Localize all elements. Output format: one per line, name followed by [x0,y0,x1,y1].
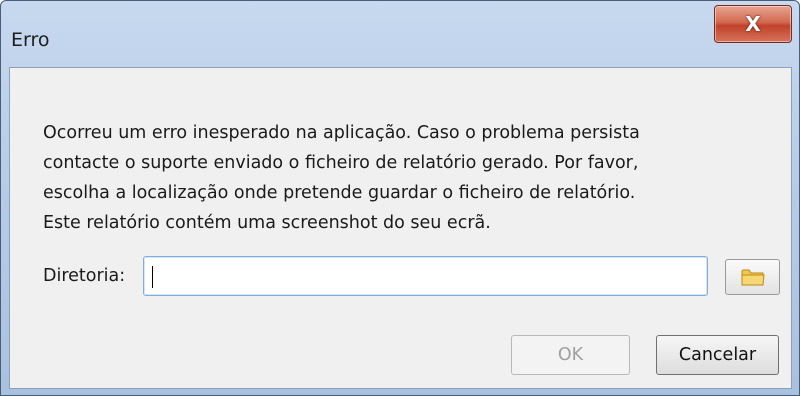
close-icon: X [745,12,761,36]
window-title: Erro [11,29,50,51]
error-dialog-window: Erro X Ocorreu um erro inesperado na apl… [0,0,800,396]
directory-input[interactable] [143,256,708,296]
message-line: Este relatório contém uma screenshot do … [43,213,491,233]
error-message: Ocorreu um erro inesperado na aplicação.… [43,118,743,238]
message-line: contacte o suporte enviado o ficheiro de… [43,153,639,173]
title-bar[interactable]: Erro X [1,1,799,67]
browse-folder-button[interactable] [725,259,780,295]
close-button[interactable]: X [714,5,792,43]
dialog-body: Ocorreu um erro inesperado na aplicação.… [9,67,792,389]
directory-label: Diretoria: [43,266,126,286]
cancel-button-label: Cancelar [678,345,757,365]
cancel-button[interactable]: Cancelar [656,335,779,375]
text-caret [152,266,153,288]
ok-button-label: OK [557,345,584,365]
folder-icon [741,269,765,286]
message-line: Ocorreu um erro inesperado na aplicação.… [43,123,640,143]
message-line: escolha a localização onde pretende guar… [43,183,636,203]
ok-button[interactable]: OK [511,335,630,375]
